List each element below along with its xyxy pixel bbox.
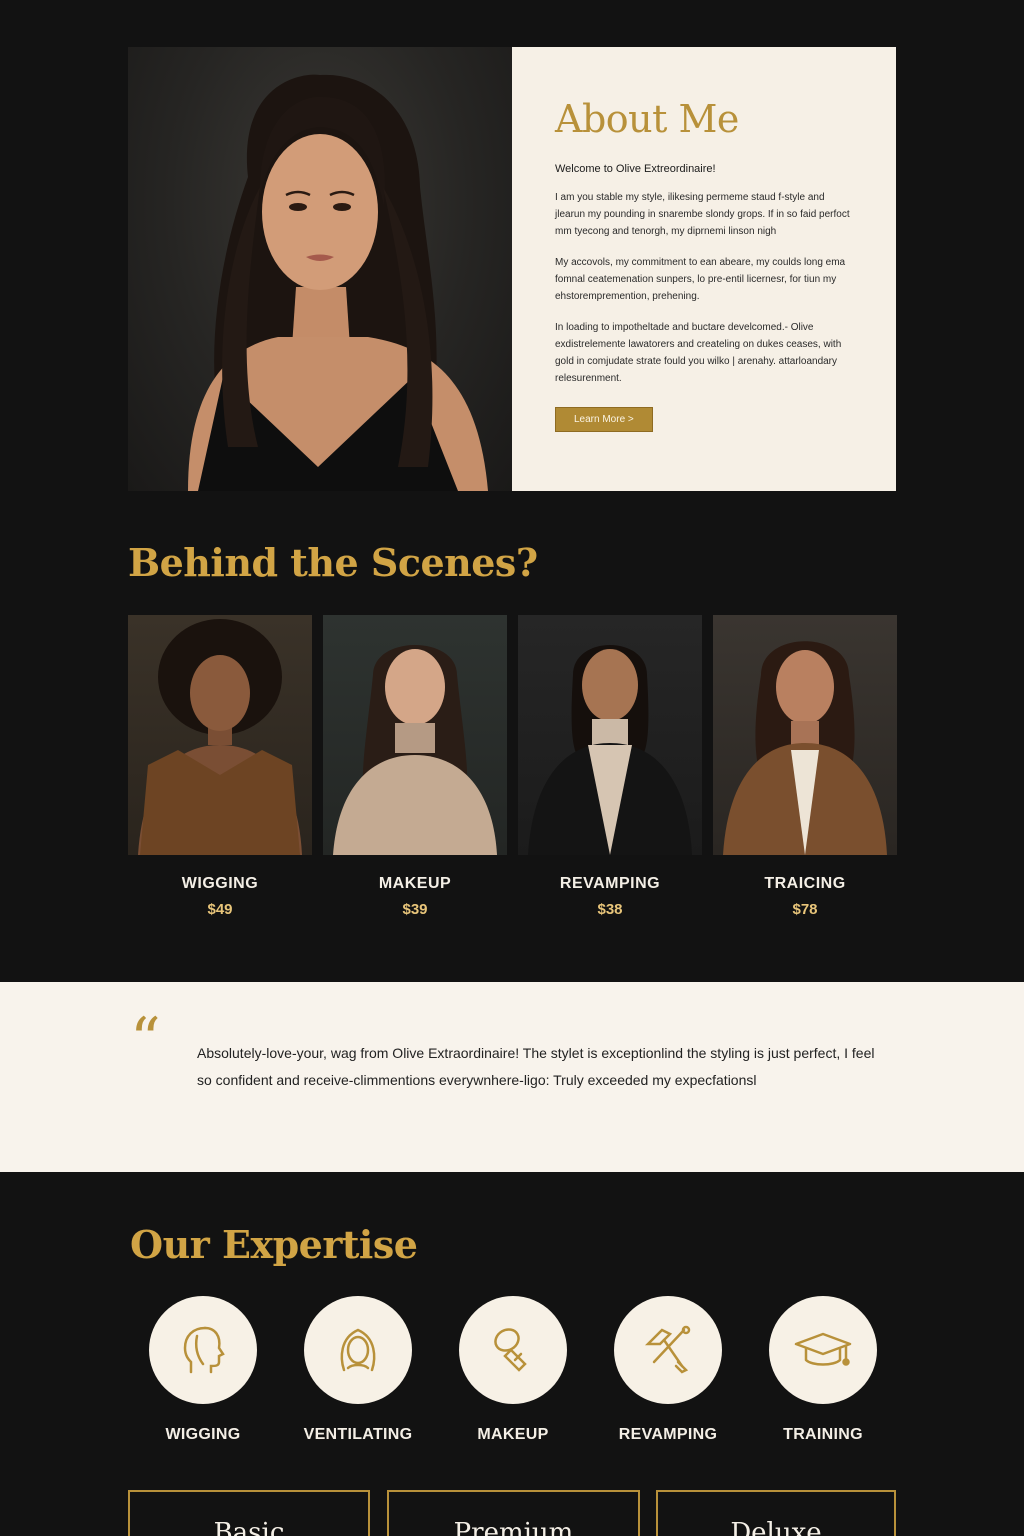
service-card-traicing[interactable]: TRAICING $78 [713,615,897,918]
pricing-plan-name: Deluxe [730,1518,822,1536]
pricing-card-basic[interactable]: Basic [128,1490,370,1536]
model-photo [518,615,702,855]
head-profile-icon [149,1296,257,1404]
model-illustration [138,619,302,855]
pricing-plan-name: Premium [453,1518,574,1536]
service-card-revamping[interactable]: REVAMPING $38 [518,615,702,918]
testimonial-text: Absolutely-love-your, wag from Olive Ext… [197,1045,875,1088]
expertise-item-training[interactable]: TRAINING [748,1296,898,1444]
service-name: REVAMPING [559,875,661,892]
service-price: $78 [792,901,818,918]
about-welcome: Welcome to Olive Extreordinaire! [555,163,716,175]
service-name: WIGGING [181,875,259,892]
pricing-card-premium[interactable]: Premium [387,1490,640,1536]
expertise-label: REVAMPING [618,1426,718,1443]
service-name: MAKEUP [378,875,452,892]
about-paragraph-2: My accovols, my commitment to ean abeare… [555,257,846,302]
behind-scenes-title: Behind the Scenes? [128,540,538,585]
quote-mark-icon: “ [130,1005,161,1075]
about-section: About Me Welcome to Olive Extreordinaire… [128,47,896,491]
pricing-plan-name: Basic [213,1518,285,1536]
expertise-label: MAKEUP [477,1426,549,1443]
about-paragraph-3: In loading to impotheltade and buctare d… [555,322,842,384]
expertise-row: WIGGING VENTILATING MAKEUP REVAMPING TRA… [128,1296,898,1444]
hair-face-icon [304,1296,412,1404]
model-photo [323,615,507,855]
behind-scenes-grid: WIGGING $49 MAKEUP $39 REVAMPING $38 TRA… [128,615,897,918]
about-title: About Me [555,97,739,141]
model-photo [713,615,897,855]
expertise-item-revamping[interactable]: REVAMPING [593,1296,743,1444]
expertise-item-makeup[interactable]: MAKEUP [438,1296,588,1444]
expertise-label: VENTILATING [303,1426,413,1443]
graduation-cap-icon [769,1296,877,1404]
service-name: TRAICING [764,875,846,892]
expertise-item-wigging[interactable]: WIGGING [128,1296,278,1444]
expertise-item-ventilating[interactable]: VENTILATING [283,1296,433,1444]
model-illustration [528,645,692,855]
about-portrait-photo [128,47,512,491]
expertise-label: TRAINING [783,1426,863,1443]
makeup-brush-icon [459,1296,567,1404]
portrait-illustration [188,74,488,491]
expertise-label: WIGGING [165,1426,241,1443]
model-illustration [723,641,887,855]
expertise-title: Our Expertise [130,1222,418,1267]
service-card-makeup[interactable]: MAKEUP $39 [323,615,507,918]
model-photo [128,615,312,855]
service-price: $38 [597,901,623,918]
about-paragraph-1: I am you stable my style, ilikesing perm… [555,192,850,237]
about-card: About Me Welcome to Olive Extreordinaire… [512,47,896,491]
testimonial-section: “ Absolutely-love-your, wag from Olive E… [0,982,1024,1172]
model-illustration [333,645,497,855]
service-price: $49 [207,901,233,918]
service-price: $39 [402,901,428,918]
pricing-card-deluxe[interactable]: Deluxe [656,1490,896,1536]
service-card-wigging[interactable]: WIGGING $49 [128,615,312,918]
learn-more-button[interactable]: Learn More > [555,407,653,432]
tools-icon [614,1296,722,1404]
